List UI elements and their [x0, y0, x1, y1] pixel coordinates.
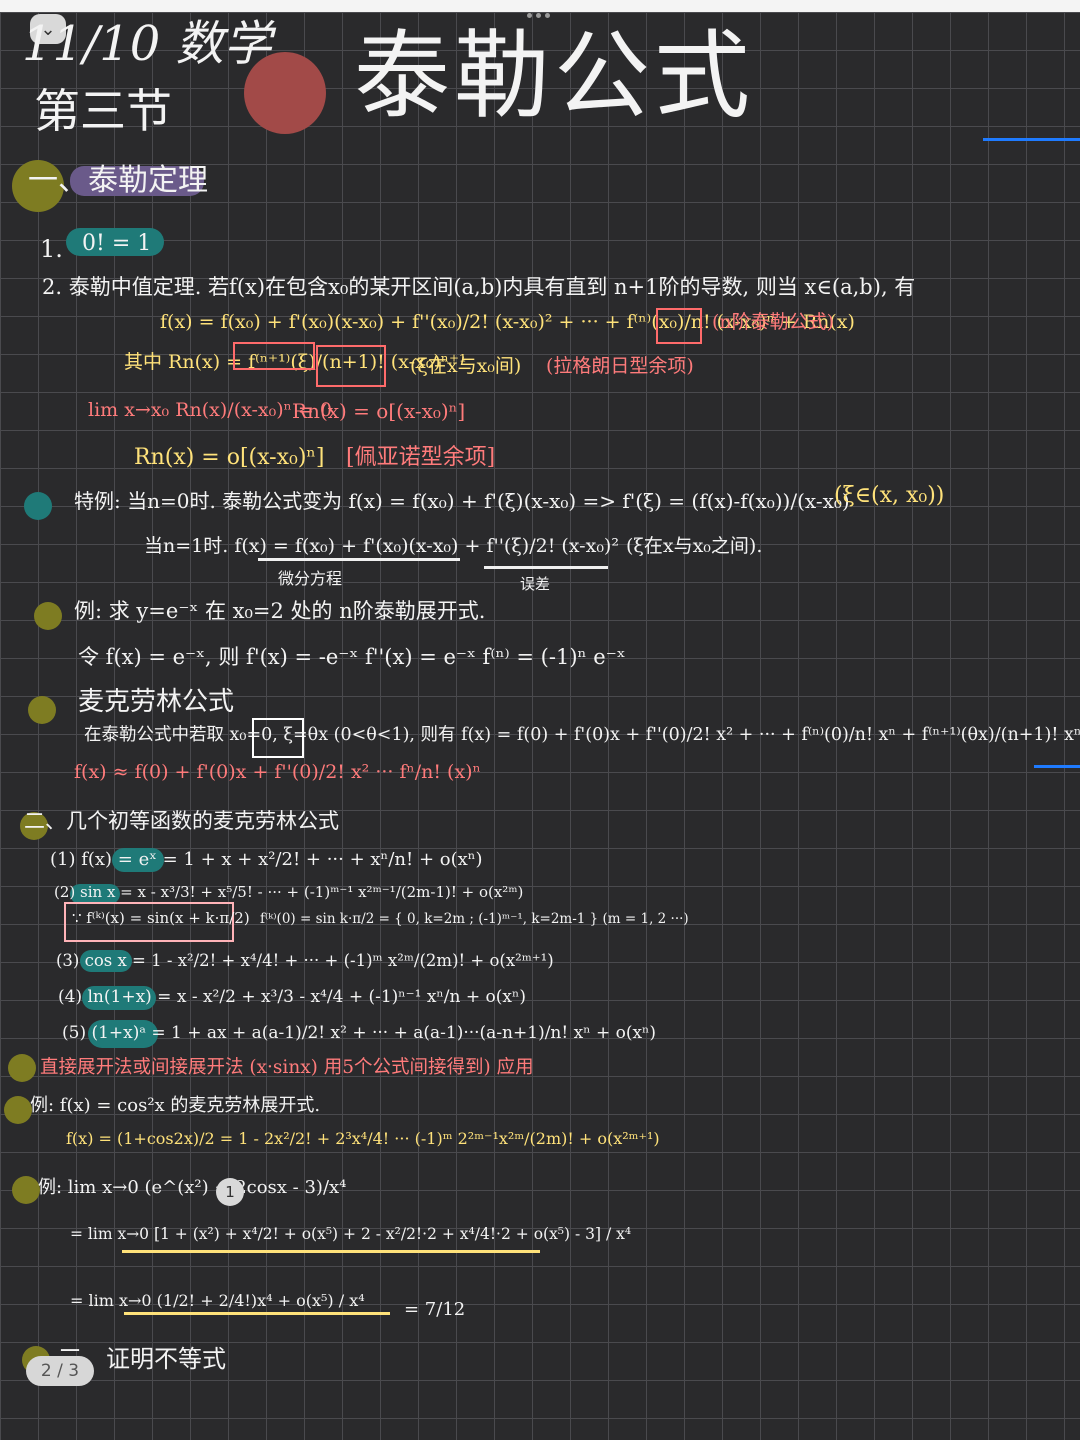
section-1-title: 一、泰勒定理: [28, 163, 208, 198]
marker-dot-icon: [28, 696, 56, 724]
remainder-note: (ξ在x与x₀间): [410, 355, 522, 377]
label-error: 误差: [520, 575, 551, 593]
marker-dot-icon: [12, 1176, 40, 1204]
label-differential: 微分方程: [278, 569, 343, 588]
sin-derivative: ∵ f⁽ᵏ⁾(x) = sin(x + k·π/2): [72, 909, 250, 927]
remainder-name: (拉格朗日型余项): [546, 355, 694, 377]
maclaurin-exp: (1) f(x) = eˣ = 1 + x + x²/2! + ··· + xⁿ…: [50, 849, 483, 870]
highlight-box: [233, 342, 315, 370]
maclaurin-ln: (4) ln(1+x) = x - x²/2 + x³/3 - x⁴/4 + (…: [58, 987, 526, 1007]
example-work: 令 f(x) = e⁻ˣ, 则 f'(x) = -e⁻ˣ f''(x) = e⁻…: [78, 645, 626, 669]
peano-remainder: Rn(x) = o[(x-x₀)ⁿ]: [134, 445, 325, 470]
expansion-methods: 直接展开法或间接展开法 (x·sinx) 用5个公式间接得到) 应用: [40, 1057, 534, 1078]
little-o-remainder: Rn(x) = o[(x-x₀)ⁿ]: [292, 399, 466, 423]
blue-stroke-2: [1034, 765, 1080, 768]
note-section: 第三节: [34, 84, 172, 138]
sin-derivative-at-zero: f⁽ᵏ⁾(0) = sin k·π/2 = { 0, k=2m ; (-1)ᵐ⁻…: [260, 911, 689, 927]
item-number: 1.: [40, 235, 63, 263]
example-2-result: = 7/12: [404, 1299, 466, 1320]
highlight-box: [316, 345, 386, 387]
factorial-fact: 0! = 1: [82, 231, 152, 256]
note-date: 11/10 数学: [22, 16, 272, 72]
marker-dot-icon: [244, 52, 326, 134]
special-case-n1: 当n=1时. f(x) = f(x₀) + f'(x₀)(x-x₀) + f''…: [144, 535, 619, 557]
highlight-box: [656, 308, 702, 344]
maclaurin-binomial: (5) (1+x)ᵃ = 1 + ax + a(a-1)/2! x² + ···…: [62, 1023, 657, 1043]
underline: [484, 566, 608, 569]
special-case-n1-note: (ξ在x与x₀之间).: [626, 535, 763, 557]
example-2: 例: lim x→0 (e^(x²) + 2cosx - 3)/x⁴: [38, 1177, 347, 1198]
page-title: 泰勒公式: [354, 20, 754, 132]
special-case-n0-note: (ξ∈(x, x₀)): [834, 483, 945, 508]
highlight-box: [252, 718, 304, 758]
drag-handle[interactable]: [525, 3, 555, 18]
marker-dot-icon: [34, 602, 62, 630]
marker-dot-icon: [4, 1096, 32, 1124]
peano-name: [佩亚诺型余项]: [346, 445, 496, 470]
special-case-n0: 特例: 当n=0时. 泰勒公式变为 f(x) = f(x₀) + f'(ξ)(x…: [74, 489, 850, 513]
blue-stroke: [983, 138, 1080, 141]
section-2-title: 二、几个初等函数的麦克劳林公式: [24, 809, 339, 833]
top-bar: [0, 0, 1080, 18]
example-1-work: f(x) = (1+cos2x)/2 = 1 - 2x²/2! + 2³x⁴/4…: [66, 1129, 660, 1148]
theorem-statement: 2. 泰勒中值定理. 若f(x)在包含x₀的某开区间(a,b)内具有直到 n+1…: [42, 275, 916, 299]
maclaurin-approx: f(x) ≈ f(0) + f'(0)x + f''(0)/2! x² ··· …: [74, 761, 481, 783]
maclaurin-cos: (3) cos x = 1 - x²/2! + x⁴/4! + ··· + (-…: [56, 951, 554, 970]
underline: [122, 1250, 540, 1253]
page-indicator[interactable]: 2 / 3: [26, 1356, 94, 1386]
underline: [258, 558, 460, 561]
underline: [124, 1312, 390, 1315]
marker-dot-icon: [24, 492, 52, 520]
maclaurin-title: 麦克劳林公式: [78, 687, 235, 717]
example-problem: 例: 求 y=e⁻ˣ 在 x₀=2 处的 n阶泰勒展开式.: [74, 599, 486, 623]
example-2-step2: = lim x→0 (1/2! + 2/4!)x⁴ + o(x⁵) / x⁴: [70, 1291, 365, 1310]
maclaurin-definition: 在泰勒公式中若取 x₀=0, ξ=θx (0<θ<1), 则有 f(x) = f…: [84, 725, 1080, 745]
marker-dot-icon: [8, 1054, 36, 1082]
example-2-step1: = lim x→0 [1 + (x²) + x⁴/2! + o(x⁵) + 2 …: [70, 1225, 632, 1243]
maclaurin-sin: (2) sin x = x - x³/3! + x⁵/5! - ··· + (-…: [54, 883, 524, 901]
example-1: 例: f(x) = cos²x 的麦克劳林展开式.: [30, 1095, 321, 1116]
formula-note: (n阶泰勒公式): [712, 311, 835, 333]
page-annotation-badge[interactable]: 1: [216, 1178, 244, 1206]
